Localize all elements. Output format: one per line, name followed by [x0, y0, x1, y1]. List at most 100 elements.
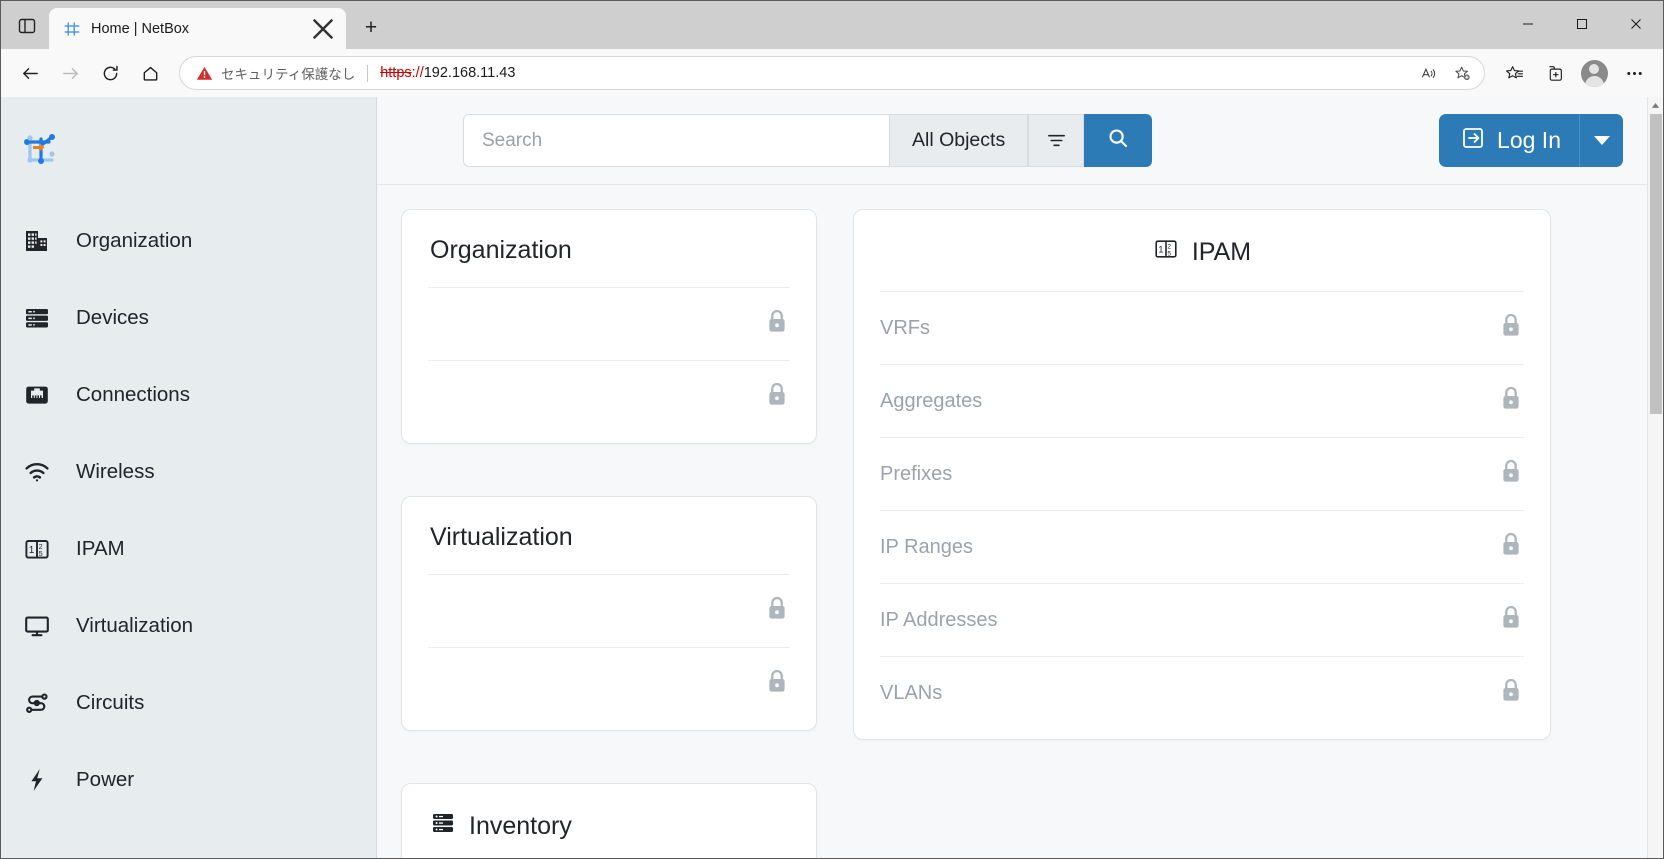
- navigation-toolbar: セキュリティ保護なし https://192.168.11.43: [1, 49, 1663, 97]
- dashboard-column-left: Organization Virtualization Inventory: [401, 209, 817, 858]
- refresh-icon[interactable]: [91, 54, 129, 92]
- new-tab-button[interactable]: +: [354, 11, 388, 45]
- sidebar-item-power[interactable]: Power: [1, 741, 376, 818]
- list-item[interactable]: VLANs: [880, 656, 1524, 729]
- maximize-button[interactable]: [1555, 1, 1609, 47]
- add-favorite-star-icon[interactable]: [1446, 58, 1478, 88]
- collections-icon[interactable]: [1535, 54, 1573, 92]
- forward-arrow-icon[interactable]: [51, 54, 89, 92]
- lightning-bolt-icon: [22, 765, 52, 795]
- row-label: Aggregates: [880, 389, 983, 412]
- monitor-icon: [22, 611, 52, 641]
- card-title-ipam: 1 2 5 IPAM: [880, 228, 1524, 291]
- home-icon[interactable]: [131, 54, 169, 92]
- card-title-organization: Organization: [428, 228, 790, 287]
- sidebar-item-label: Circuits: [76, 690, 145, 714]
- server-rack-icon: [22, 303, 52, 333]
- card-title-text: Virtualization: [430, 523, 573, 551]
- url-text: https://192.168.11.43: [380, 65, 515, 81]
- browser-tab[interactable]: Home | NetBox: [49, 8, 346, 49]
- minimize-button[interactable]: [1501, 1, 1555, 47]
- list-item[interactable]: [428, 360, 790, 433]
- card-virtualization: Virtualization: [401, 496, 817, 731]
- chevron-down-icon[interactable]: [1579, 114, 1623, 167]
- login-icon: [1461, 126, 1485, 155]
- search-icon: [1107, 127, 1129, 154]
- dashboard-column-right: 1 2 5 IPAM VRFs Aggregates Prefixes IP R…: [853, 209, 1551, 740]
- profile-avatar-icon[interactable]: [1575, 54, 1613, 92]
- card-title-text: Organization: [430, 236, 572, 264]
- lock-icon: [764, 380, 790, 414]
- search-input[interactable]: Search: [463, 114, 890, 167]
- card-title-text: IPAM: [1191, 238, 1252, 266]
- lock-icon: [764, 594, 790, 628]
- sidebar-item-ipam[interactable]: 1 2 5 IPAM: [1, 510, 376, 587]
- url-separator: ://: [411, 65, 424, 81]
- search-scope-dropdown[interactable]: All Objects: [890, 114, 1029, 167]
- svg-text:5: 5: [1167, 250, 1171, 257]
- omnibox-actions: [1412, 58, 1478, 88]
- card-organization: Organization: [401, 209, 817, 444]
- scrollbar-thumb[interactable]: [1650, 114, 1662, 414]
- caret-shape: [1593, 136, 1610, 145]
- read-aloud-icon[interactable]: [1412, 58, 1444, 88]
- circuit-nodes-icon: [22, 688, 52, 718]
- wifi-icon: [22, 457, 52, 487]
- list-item[interactable]: IP Ranges: [880, 510, 1524, 583]
- tab-title: Home | NetBox: [91, 20, 190, 37]
- sidebar-item-label: Wireless: [76, 459, 155, 483]
- row-label: VRFs: [880, 316, 930, 339]
- login-button[interactable]: Log In: [1439, 114, 1579, 167]
- sidebar-item-circuits[interactable]: Circuits: [1, 664, 376, 741]
- sidebar-item-wireless[interactable]: Wireless: [1, 433, 376, 510]
- ethernet-port-icon: [22, 380, 52, 410]
- avatar: [1580, 59, 1608, 87]
- server-rack-icon: [430, 810, 456, 843]
- netbox-logo[interactable]: [1, 111, 376, 202]
- list-item[interactable]: [428, 574, 790, 647]
- list-item[interactable]: [428, 287, 790, 360]
- sidebar-item-devices[interactable]: Devices: [1, 279, 376, 356]
- netbox-sidebar: Organization Devices Connections Wireles…: [1, 97, 377, 858]
- row-label: IP Ranges: [880, 535, 974, 558]
- sidebar-item-organization[interactable]: Organization: [1, 202, 376, 279]
- tab-close-icon[interactable]: [310, 16, 336, 42]
- lock-icon: [1498, 384, 1524, 418]
- lock-icon: [1498, 311, 1524, 345]
- back-arrow-icon[interactable]: [11, 54, 49, 92]
- tab-sidebar-icon[interactable]: [5, 6, 49, 46]
- search-bar: Search All Objects: [463, 114, 1153, 167]
- row-label: Prefixes: [880, 462, 953, 485]
- svg-text:1: 1: [1158, 244, 1163, 254]
- sidebar-item-connections[interactable]: Connections: [1, 356, 376, 433]
- card-ipam: 1 2 5 IPAM VRFs Aggregates Prefixes IP R…: [853, 209, 1551, 740]
- sidebar-item-label: Connections: [76, 382, 190, 406]
- list-item[interactable]: Prefixes: [880, 437, 1524, 510]
- page-viewport: Search All Objects Log In Organization V…: [1, 97, 1663, 858]
- search-submit-button[interactable]: [1084, 114, 1153, 167]
- omnibox-divider: [367, 64, 369, 82]
- favorites-list-icon[interactable]: [1495, 54, 1533, 92]
- sidebar-item-virtualization[interactable]: Virtualization: [1, 587, 376, 664]
- lock-icon: [1498, 603, 1524, 637]
- address-bar[interactable]: セキュリティ保護なし https://192.168.11.43: [179, 56, 1485, 90]
- security-status[interactable]: セキュリティ保護なし: [196, 63, 355, 83]
- login-control: Log In: [1439, 114, 1623, 167]
- url-scheme: https: [380, 65, 412, 81]
- filter-icon[interactable]: [1028, 114, 1085, 167]
- sidebar-item-label: IPAM: [76, 536, 125, 560]
- list-item[interactable]: VRFs: [880, 291, 1524, 364]
- page-scrollbar[interactable]: [1647, 97, 1663, 858]
- list-item[interactable]: Aggregates: [880, 364, 1524, 437]
- sidebar-item-label: Power: [76, 767, 135, 791]
- list-item[interactable]: IP Addresses: [880, 583, 1524, 656]
- card-inventory: Inventory: [401, 783, 817, 858]
- lock-icon: [1498, 676, 1524, 710]
- card-title-text: Inventory: [469, 812, 572, 840]
- close-window-button[interactable]: [1609, 1, 1663, 47]
- lock-icon: [1498, 457, 1524, 491]
- more-settings-icon[interactable]: [1615, 54, 1653, 92]
- login-label: Log In: [1497, 127, 1561, 153]
- scroll-up-arrow-icon[interactable]: [1648, 97, 1663, 114]
- list-item[interactable]: [428, 647, 790, 720]
